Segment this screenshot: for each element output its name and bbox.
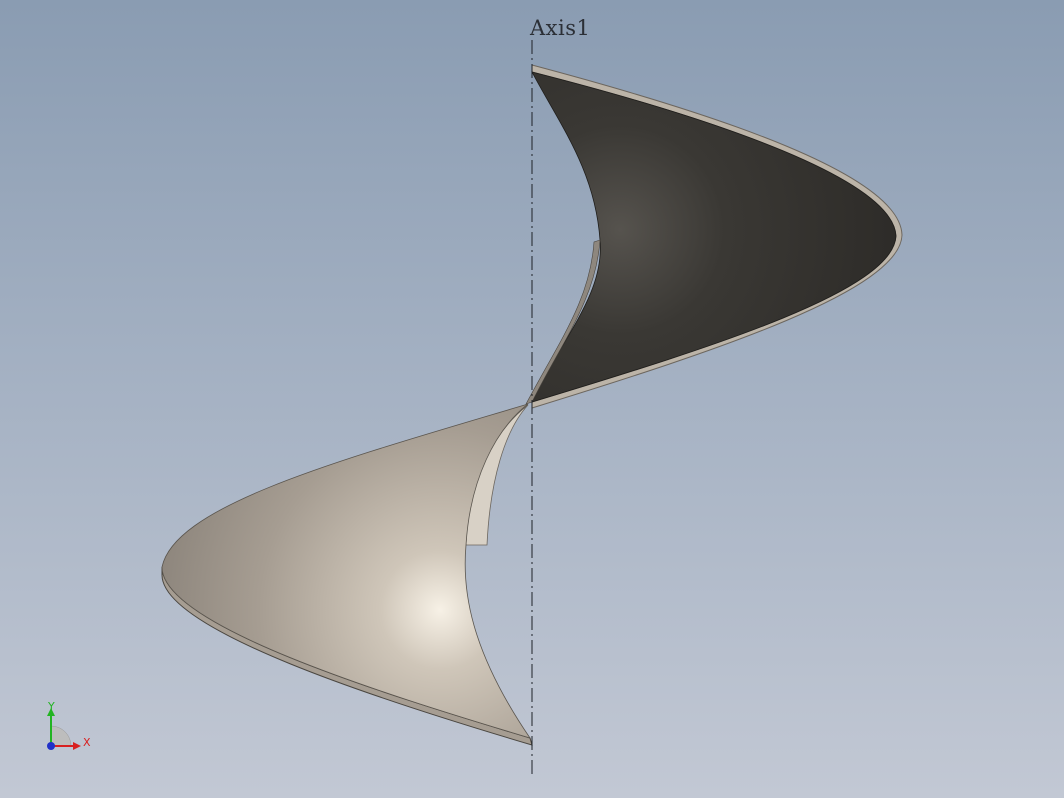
triad-x-label: X [83, 736, 91, 749]
view-orientation-triad[interactable]: Y X [40, 700, 100, 756]
model-view[interactable] [0, 0, 1064, 798]
graphics-viewport[interactable]: Axis1 Y X [0, 0, 1064, 798]
lower-blade-face[interactable] [161, 403, 531, 739]
axis1-label[interactable]: Axis1 [530, 16, 590, 40]
triad-y-label: Y [48, 700, 55, 713]
